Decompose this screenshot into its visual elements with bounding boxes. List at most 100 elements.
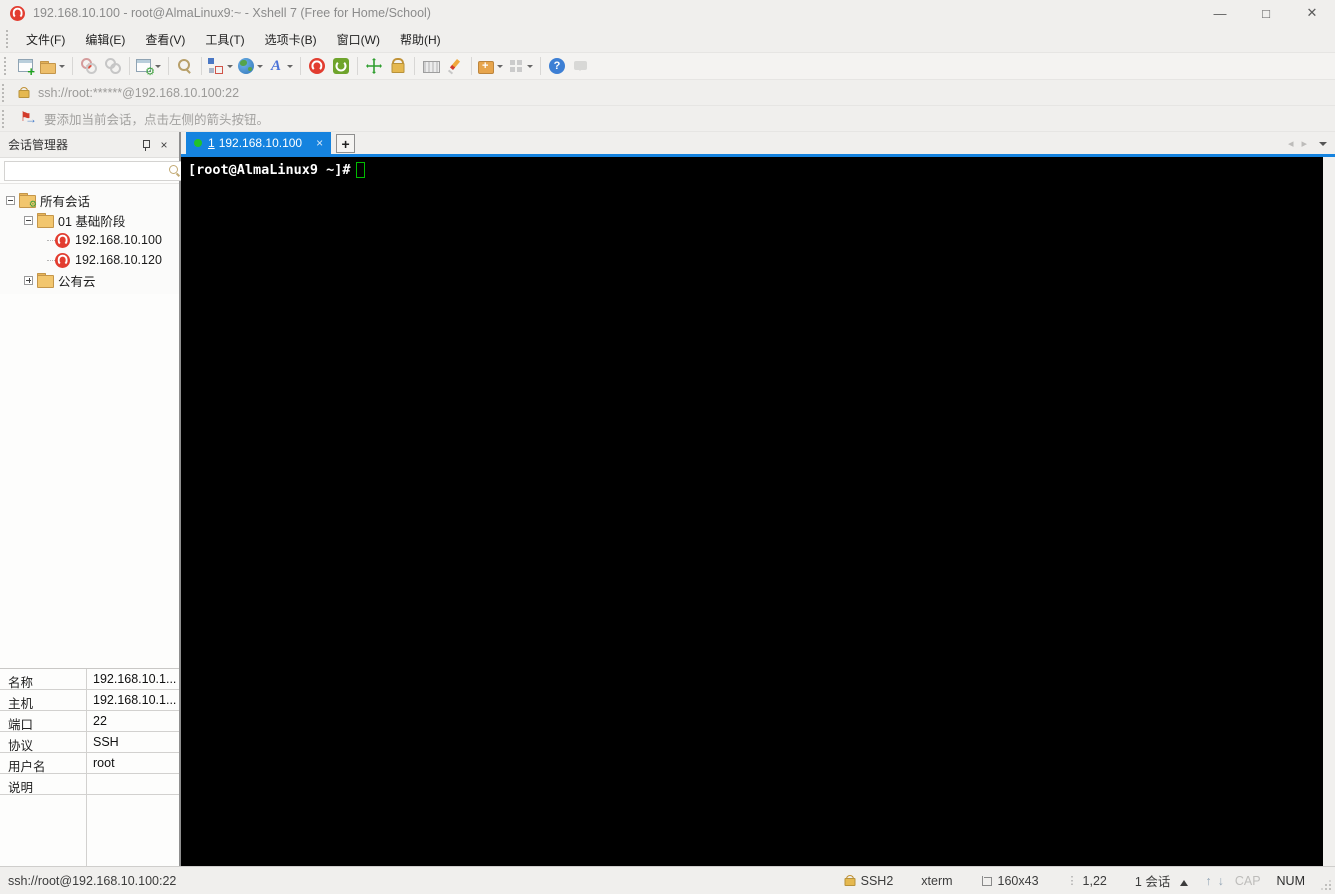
- open-folder-icon: [40, 58, 56, 74]
- shell-prompt: [root@AlmaLinux9 ~]#: [188, 162, 351, 178]
- menu-tools[interactable]: 工具(T): [195, 27, 254, 52]
- tree-item-folder-cloud[interactable]: 公有云: [0, 270, 179, 290]
- status-cursor-position: ⋮ 1,22: [1066, 873, 1107, 888]
- tree-label: 192.168.10.120: [75, 253, 162, 267]
- tab-close-icon[interactable]: ×: [316, 136, 323, 150]
- toolbar-separator: [357, 57, 358, 75]
- hint-bar: ⚑ → 要添加当前会话，点击左侧的箭头按钮。: [0, 106, 1335, 132]
- tab-bar-controls: ◂ ▸: [1284, 132, 1335, 154]
- search-input[interactable]: [5, 162, 168, 179]
- terminal[interactable]: [root@AlmaLinux9 ~]#: [181, 157, 1323, 866]
- tab-session-192-168-10-100[interactable]: 1 192.168.10.100 ×: [186, 132, 332, 154]
- help-button[interactable]: ?: [545, 54, 569, 78]
- xftp-button[interactable]: [329, 54, 353, 78]
- table-row: 名称 192.168.10.1...: [0, 669, 179, 690]
- prop-value[interactable]: 192.168.10.1...: [87, 669, 179, 689]
- new-tab-button[interactable]: +: [336, 134, 356, 153]
- lock-icon: [390, 58, 406, 74]
- reconnect-button[interactable]: [101, 54, 125, 78]
- lock-screen-button[interactable]: [386, 54, 410, 78]
- find-button[interactable]: [173, 54, 197, 78]
- menu-file[interactable]: 文件(F): [16, 27, 75, 52]
- menu-help[interactable]: 帮助(H): [390, 27, 451, 52]
- session-properties-icon: [136, 58, 155, 78]
- status-session-count[interactable]: 1 会话: [1121, 871, 1202, 890]
- disconnect-icon: [81, 58, 97, 74]
- window-title: 192.168.10.100 - root@AlmaLinux9:~ - Xsh…: [33, 6, 431, 20]
- tree-item-folder-01[interactable]: 01 基础阶段: [0, 210, 179, 230]
- tree-label: 01 基础阶段: [58, 214, 126, 229]
- disconnect-button[interactable]: [77, 54, 101, 78]
- tile-windows-button[interactable]: [506, 54, 536, 78]
- toolbar-separator: [168, 57, 169, 75]
- prop-value[interactable]: 192.168.10.1...: [87, 690, 179, 710]
- menu-edit[interactable]: 编辑(E): [75, 27, 135, 52]
- address-bar[interactable]: ssh://root:******@192.168.10.100:22: [0, 80, 1335, 106]
- feedback-button[interactable]: [569, 54, 593, 78]
- panel-title: 会话管理器: [8, 138, 69, 152]
- new-folder-button[interactable]: [476, 54, 506, 78]
- tab-list-chevron-icon[interactable]: [1319, 142, 1327, 150]
- menu-view[interactable]: 查看(V): [135, 27, 195, 52]
- arrange-windows-button[interactable]: [206, 54, 236, 78]
- collapse-icon[interactable]: [6, 195, 15, 205]
- resize-grip[interactable]: [1319, 878, 1333, 892]
- lock-icon: [18, 87, 30, 99]
- xshell-button[interactable]: [305, 54, 329, 78]
- search-icon: [168, 164, 182, 178]
- font-settings-button[interactable]: A: [266, 54, 296, 78]
- close-button[interactable]: ✕: [1289, 0, 1335, 26]
- arrange-windows-icon: [208, 58, 224, 74]
- new-session-button[interactable]: [14, 54, 38, 78]
- folder-icon: [37, 213, 54, 228]
- folder-icon: [37, 273, 54, 288]
- menu-window[interactable]: 窗口(W): [327, 27, 390, 52]
- window-controls: — □ ✕: [1197, 0, 1335, 26]
- new-session-icon: [18, 58, 35, 78]
- pin-icon: [141, 139, 151, 151]
- collapse-icon[interactable]: [24, 215, 33, 225]
- tab-scroll-right-icon[interactable]: ▸: [1297, 137, 1311, 150]
- scroll-down-icon[interactable]: ↓: [1215, 874, 1227, 888]
- tab-title: 192.168.10.100: [218, 136, 303, 150]
- close-panel-button[interactable]: ×: [155, 136, 173, 154]
- prop-value[interactable]: [87, 774, 179, 794]
- prop-value[interactable]: root: [87, 753, 179, 773]
- pin-panel-button[interactable]: [137, 136, 155, 154]
- search-icon: [177, 58, 193, 74]
- scroll-up-icon[interactable]: ↑: [1202, 874, 1214, 888]
- open-session-button[interactable]: [38, 54, 68, 78]
- session-search-box[interactable]: [4, 160, 186, 181]
- prop-label: 端口: [0, 711, 87, 732]
- open-in-browser-button[interactable]: [236, 54, 266, 78]
- maximize-button[interactable]: □: [1243, 0, 1289, 26]
- lock-icon: [844, 875, 856, 887]
- session-properties-button[interactable]: [134, 54, 164, 78]
- tab-scroll-left-icon[interactable]: ◂: [1284, 137, 1298, 150]
- expand-icon[interactable]: [24, 275, 33, 285]
- prop-value[interactable]: 22: [87, 711, 179, 731]
- table-row: 说明: [0, 774, 179, 795]
- menu-tab[interactable]: 选项卡(B): [255, 27, 327, 52]
- status-bar: ssh://root@192.168.10.100:22 SSH2 xterm …: [0, 866, 1335, 894]
- status-protocol: SSH2: [830, 874, 908, 888]
- status-terminal-size: 160x43: [967, 874, 1053, 888]
- hint-text: 要添加当前会话，点击左侧的箭头按钮。: [44, 113, 270, 127]
- highlight-button[interactable]: [443, 54, 467, 78]
- tree-item-session-120[interactable]: 192.168.10.120: [0, 250, 179, 270]
- globe-icon: [238, 58, 254, 74]
- virtual-keyboard-button[interactable]: [419, 54, 443, 78]
- tree-item-all-sessions[interactable]: ⚙ 所有会话: [0, 190, 179, 210]
- fullscreen-button[interactable]: [362, 54, 386, 78]
- session-icon: [55, 232, 70, 248]
- tree-item-session-100[interactable]: 192.168.10.100: [0, 230, 179, 250]
- tree-label: 所有会话: [40, 194, 91, 209]
- prop-value[interactable]: SSH: [87, 732, 179, 752]
- folder-plus-icon: [478, 58, 494, 74]
- toolbar-grip: [4, 57, 10, 75]
- address-url[interactable]: ssh://root:******@192.168.10.100:22: [38, 86, 239, 100]
- terminal-scrollbar[interactable]: [1323, 157, 1335, 866]
- minimize-button[interactable]: —: [1197, 0, 1243, 26]
- status-connection: ssh://root@192.168.10.100:22: [8, 873, 177, 888]
- tile-windows-icon: [508, 58, 524, 74]
